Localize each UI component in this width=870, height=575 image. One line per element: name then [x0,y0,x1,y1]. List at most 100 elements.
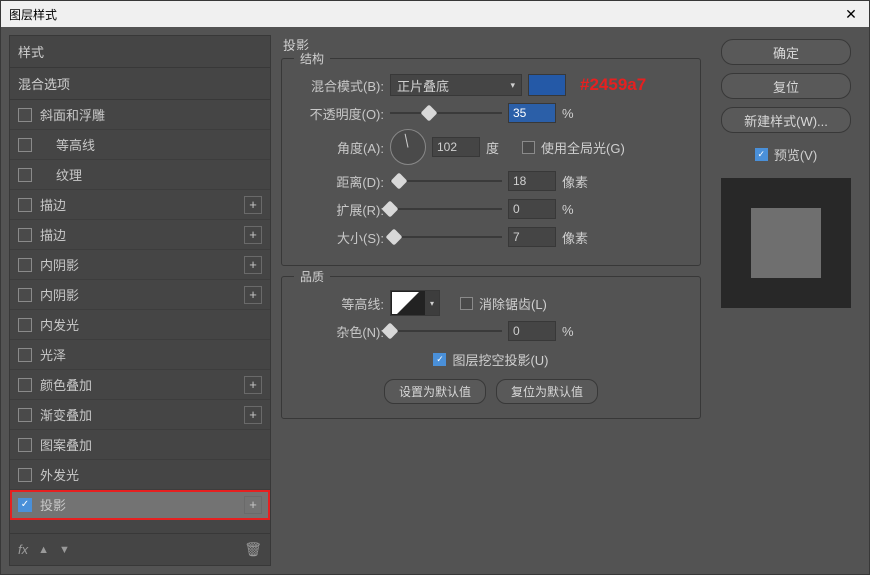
spread-unit: % [562,202,592,217]
style-item-图案叠加[interactable]: 图案叠加 [10,430,270,460]
blend-mode-value: 正片叠底 [397,76,449,95]
style-label: 等高线 [56,135,262,154]
preview-checkbox[interactable]: ✓ [755,148,768,161]
blend-mode-label: 混合模式(B): [296,76,384,95]
opacity-unit: % [562,106,592,121]
fx-icon[interactable]: fx [18,542,28,557]
preview-label: 预览(V) [774,145,817,164]
quality-title: 品质 [294,268,330,285]
angle-label: 角度(A): [296,138,384,157]
opacity-input[interactable]: 35 [508,103,556,123]
global-light-checkbox[interactable] [522,141,535,154]
contour-row: 等高线: ▾ 消除锯齿(L) [296,289,686,317]
distance-slider[interactable] [390,174,502,188]
style-label: 描边 [40,225,244,244]
contour-preview [391,291,425,315]
preview-box [721,178,851,308]
style-list: 斜面和浮雕等高线纹理描边+描边+内阴影+内阴影+内发光光泽颜色叠加+渐变叠加+图… [10,100,270,533]
add-effect-icon[interactable]: + [244,226,262,244]
set-default-button[interactable]: 设置为默认值 [384,379,486,404]
trash-icon[interactable]: 🗑 [244,541,262,558]
add-effect-icon[interactable]: + [244,376,262,394]
blend-mode-select[interactable]: 正片叠底 ▾ [390,74,522,96]
dialog-body: 样式 混合选项 斜面和浮雕等高线纹理描边+描边+内阴影+内阴影+内发光光泽颜色叠… [1,27,869,574]
style-label: 图案叠加 [40,435,262,454]
add-effect-icon[interactable]: + [244,256,262,274]
move-up-icon[interactable]: ▲ [38,544,49,556]
style-checkbox[interactable] [18,348,32,362]
style-checkbox[interactable] [18,228,32,242]
style-item-外发光[interactable]: 外发光 [10,460,270,490]
spread-slider[interactable] [390,202,502,216]
styles-footer: fx ▲ ▼ 🗑 [10,533,270,565]
layer-style-dialog: 图层样式 ✕ 样式 混合选项 斜面和浮雕等高线纹理描边+描边+内阴影+内阴影+内… [0,0,870,575]
contour-label: 等高线: [296,294,384,313]
knockout-checkbox[interactable]: ✓ [433,353,446,366]
spread-input[interactable]: 0 [508,199,556,219]
angle-unit: 度 [486,138,516,157]
size-slider[interactable] [390,230,502,244]
style-checkbox[interactable] [18,378,32,392]
noise-label: 杂色(N): [296,322,384,341]
add-effect-icon[interactable]: + [244,406,262,424]
cancel-button[interactable]: 复位 [721,73,851,99]
styles-panel: 样式 混合选项 斜面和浮雕等高线纹理描边+描边+内阴影+内阴影+内发光光泽颜色叠… [9,35,271,566]
global-light-label: 使用全局光(G) [541,138,625,157]
style-checkbox[interactable] [18,108,32,122]
style-checkbox[interactable] [18,138,32,152]
distance-input[interactable]: 18 [508,171,556,191]
angle-input[interactable]: 102 [432,137,480,157]
style-label: 渐变叠加 [40,405,244,424]
style-checkbox[interactable] [18,468,32,482]
style-label: 外发光 [40,465,262,484]
add-effect-icon[interactable]: + [244,196,262,214]
style-item-内阴影[interactable]: 内阴影+ [10,280,270,310]
style-checkbox[interactable]: ✓ [18,498,32,512]
style-item-纹理[interactable]: 纹理 [10,160,270,190]
close-icon[interactable]: ✕ [841,6,861,23]
style-item-投影[interactable]: ✓ 投影+ [10,490,270,520]
style-checkbox[interactable] [18,438,32,452]
style-checkbox[interactable] [18,168,32,182]
style-item-斜面和浮雕[interactable]: 斜面和浮雕 [10,100,270,130]
size-label: 大小(S): [296,228,384,247]
style-item-描边[interactable]: 描边+ [10,190,270,220]
contour-picker[interactable]: ▾ [390,290,440,316]
knockout-row: ✓ 图层挖空投影(U) [296,345,686,373]
opacity-label: 不透明度(O): [296,104,384,123]
opacity-slider[interactable] [390,106,502,120]
spread-row: 扩展(R): 0 % [296,195,686,223]
action-panel: 确定 复位 新建样式(W)... ✓ 预览(V) [711,35,861,566]
style-label: 内阴影 [40,285,244,304]
chevron-down-icon: ▾ [425,291,439,315]
color-swatch[interactable] [528,74,566,96]
style-checkbox[interactable] [18,288,32,302]
style-checkbox[interactable] [18,408,32,422]
add-effect-icon[interactable]: + [244,286,262,304]
noise-slider[interactable] [390,324,502,338]
move-down-icon[interactable]: ▼ [59,544,70,556]
style-item-内阴影[interactable]: 内阴影+ [10,250,270,280]
styles-header[interactable]: 样式 [10,36,270,68]
style-label: 投影 [40,495,244,514]
style-item-渐变叠加[interactable]: 渐变叠加+ [10,400,270,430]
preview-inner [751,208,821,278]
style-item-颜色叠加[interactable]: 颜色叠加+ [10,370,270,400]
style-item-等高线[interactable]: 等高线 [10,130,270,160]
style-checkbox[interactable] [18,198,32,212]
blend-options[interactable]: 混合选项 [10,68,270,100]
ok-button[interactable]: 确定 [721,39,851,65]
reset-default-button[interactable]: 复位为默认值 [496,379,598,404]
style-checkbox[interactable] [18,258,32,272]
noise-input[interactable]: 0 [508,321,556,341]
size-input[interactable]: 7 [508,227,556,247]
style-label: 内发光 [40,315,262,334]
style-item-内发光[interactable]: 内发光 [10,310,270,340]
antialias-checkbox[interactable] [460,297,473,310]
new-style-button[interactable]: 新建样式(W)... [721,107,851,133]
style-item-光泽[interactable]: 光泽 [10,340,270,370]
style-checkbox[interactable] [18,318,32,332]
add-effect-icon[interactable]: + [244,496,262,514]
angle-wheel[interactable] [390,129,426,165]
style-item-描边[interactable]: 描边+ [10,220,270,250]
